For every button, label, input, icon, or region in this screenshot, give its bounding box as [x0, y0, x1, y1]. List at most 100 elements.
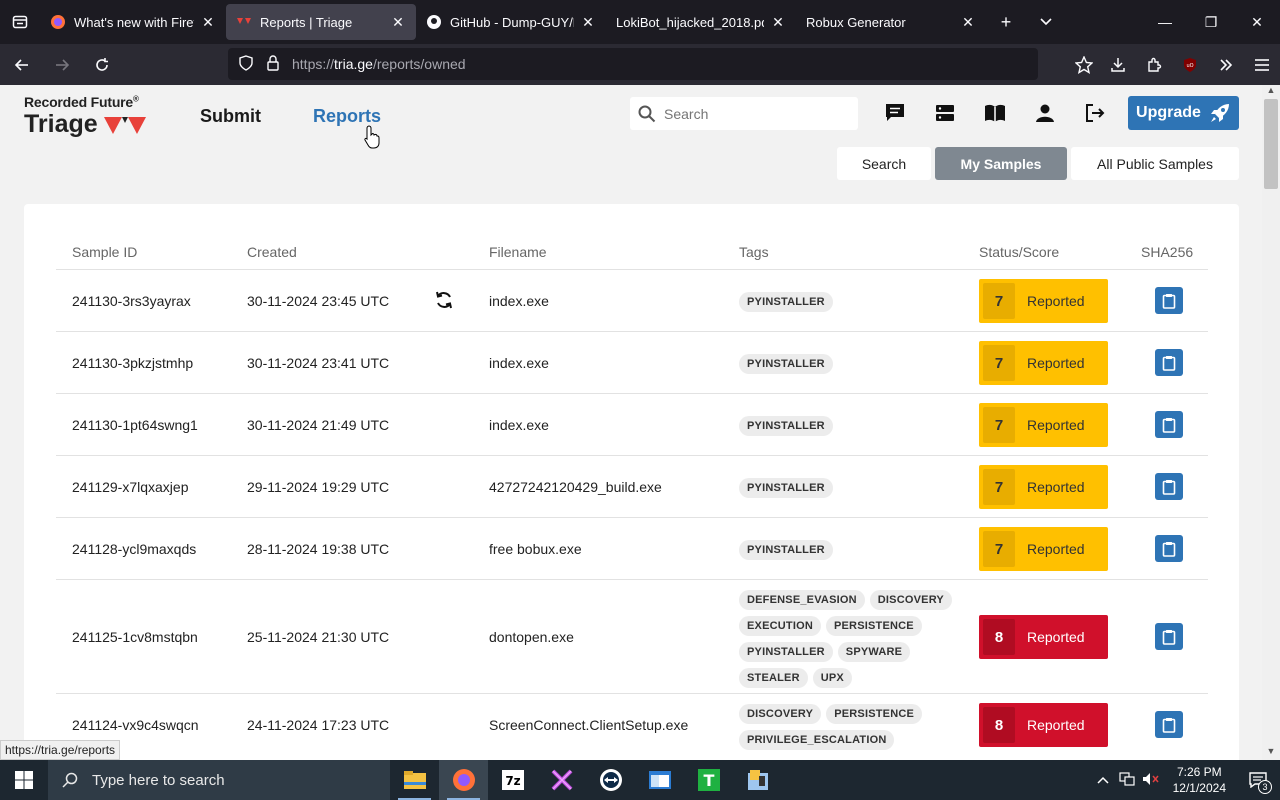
back-icon[interactable]	[4, 47, 40, 83]
hamburger-menu-icon[interactable]	[1244, 47, 1280, 83]
tag[interactable]: PYINSTALLER	[739, 478, 833, 498]
filename[interactable]: free bobux.exe	[489, 541, 582, 557]
green-t-app-icon[interactable]: T	[684, 760, 733, 800]
tag[interactable]: PYINSTALLER	[739, 354, 833, 374]
sample-id[interactable]: 241128-ycl9maxqds	[72, 541, 196, 557]
close-tab-icon[interactable]: ✕	[770, 14, 786, 31]
page-scrollbar[interactable]: ▲ ▼	[1262, 85, 1280, 760]
status-score-badge[interactable]: 7 Reported	[979, 341, 1108, 385]
reload-icon[interactable]	[84, 47, 120, 83]
sample-id[interactable]: 241129-x7lqxaxjep	[72, 479, 189, 495]
filename[interactable]: dontopen.exe	[489, 629, 574, 645]
notes-app-icon[interactable]	[733, 760, 782, 800]
tab-robux-generator[interactable]: Robux Generator ✕	[796, 4, 986, 40]
scroll-down-icon[interactable]: ▼	[1262, 746, 1280, 760]
copy-sha256-button[interactable]	[1155, 473, 1183, 500]
more-tools-icon[interactable]	[1208, 47, 1244, 83]
table-row[interactable]: 241128-ycl9maxqds 28-11-2024 19:38 UTC f…	[56, 517, 1208, 579]
triage-logo[interactable]: Recorded Future® Triage	[24, 94, 148, 139]
tag[interactable]: SPYWARE	[837, 642, 911, 662]
sample-id[interactable]: 241130-3rs3yayrax	[72, 293, 191, 309]
minimize-icon[interactable]: —	[1142, 0, 1188, 44]
tab-whats-new[interactable]: What's new with Firefox ✕	[40, 4, 226, 40]
search-box[interactable]	[630, 97, 858, 130]
copy-sha256-button[interactable]	[1155, 623, 1183, 650]
firefox-view-icon[interactable]	[0, 0, 40, 44]
sample-id[interactable]: 241130-1pt64swng1	[72, 417, 198, 433]
subtab-all-public-samples[interactable]: All Public Samples	[1071, 147, 1239, 180]
user-profile-icon[interactable]	[1031, 99, 1059, 127]
table-row[interactable]: 241129-x7lqxaxjep 29-11-2024 19:29 UTC 4…	[56, 455, 1208, 517]
logout-icon[interactable]	[1081, 99, 1109, 127]
notification-center-icon[interactable]: 3	[1236, 760, 1280, 800]
docs-book-icon[interactable]	[981, 99, 1009, 127]
nav-reports[interactable]: Reports	[313, 106, 381, 127]
subtab-my-samples[interactable]: My Samples	[935, 147, 1067, 180]
restore-icon[interactable]: ❐	[1188, 0, 1234, 44]
tag[interactable]: PYINSTALLER	[739, 642, 833, 662]
messages-icon[interactable]	[881, 99, 909, 127]
filename[interactable]: ScreenConnect.ClientSetup.exe	[489, 717, 688, 733]
server-icon[interactable]	[931, 99, 959, 127]
tracking-protection-icon[interactable]	[238, 54, 254, 74]
sample-id[interactable]: 241125-1cv8mstqbn	[72, 629, 198, 645]
extensions-icon[interactable]	[1136, 47, 1172, 83]
address-bar[interactable]: https://tria.ge/reports/owned	[228, 48, 1038, 80]
col-filename[interactable]: Filename	[489, 244, 547, 260]
network-icon[interactable]	[1115, 771, 1139, 789]
status-score-badge[interactable]: 8 Reported	[979, 615, 1108, 659]
list-all-tabs-icon[interactable]	[1026, 4, 1066, 40]
nav-submit[interactable]: Submit	[200, 106, 261, 127]
col-status-score[interactable]: Status/Score	[979, 244, 1059, 260]
teamviewer-icon[interactable]	[586, 760, 635, 800]
tab-reports-triage[interactable]: Reports | Triage ✕	[226, 4, 416, 40]
copy-sha256-button[interactable]	[1155, 711, 1183, 738]
filename[interactable]: index.exe	[489, 355, 549, 371]
taskbar-clock[interactable]: 7:26 PM 12/1/2024	[1173, 764, 1226, 796]
col-created[interactable]: Created	[247, 244, 297, 260]
close-tab-icon[interactable]: ✕	[960, 14, 976, 31]
tag[interactable]: UPX	[812, 668, 852, 688]
bookmark-star-icon[interactable]	[1066, 47, 1102, 83]
x64dbg-icon[interactable]	[537, 760, 586, 800]
tag[interactable]: PERSISTENCE	[826, 704, 923, 724]
tag[interactable]: PERSISTENCE	[825, 616, 922, 636]
tag[interactable]: PRIVILEGE_ESCALATION	[739, 730, 895, 750]
tag[interactable]: DISCOVERY	[869, 590, 952, 610]
sample-id[interactable]: 241130-3pkzjstmhp	[72, 355, 193, 371]
filename[interactable]: 42727242120429_build.exe	[489, 479, 662, 495]
lock-icon[interactable]	[266, 54, 280, 74]
close-tab-icon[interactable]: ✕	[390, 14, 406, 31]
refresh-icon[interactable]	[434, 290, 454, 313]
file-explorer-icon[interactable]	[390, 760, 439, 800]
tag[interactable]: DISCOVERY	[739, 704, 822, 724]
status-score-badge[interactable]: 8 Reported	[979, 703, 1108, 747]
7zip-icon[interactable]: 7z	[488, 760, 537, 800]
table-row[interactable]: 241130-1pt64swng1 30-11-2024 21:49 UTC i…	[56, 393, 1208, 455]
search-input[interactable]	[664, 105, 844, 122]
table-row[interactable]: 241130-3rs3yayrax 30-11-2024 23:45 UTC i…	[56, 269, 1208, 331]
filename[interactable]: index.exe	[489, 293, 549, 309]
copy-sha256-button[interactable]	[1155, 287, 1183, 314]
tag[interactable]: PYINSTALLER	[739, 540, 833, 560]
downloads-icon[interactable]	[1100, 47, 1136, 83]
table-row[interactable]: 241130-3pkzjstmhp 30-11-2024 23:41 UTC i…	[56, 331, 1208, 393]
status-score-badge[interactable]: 7 Reported	[979, 403, 1108, 447]
filename[interactable]: index.exe	[489, 417, 549, 433]
window-app-icon[interactable]	[635, 760, 684, 800]
firefox-taskbar-icon[interactable]	[439, 760, 488, 800]
close-tab-icon[interactable]: ✕	[200, 14, 216, 31]
upgrade-button[interactable]: Upgrade	[1128, 96, 1239, 130]
status-score-badge[interactable]: 7 Reported	[979, 465, 1108, 509]
subtab-search[interactable]: Search	[837, 147, 931, 180]
windows-start-icon[interactable]	[0, 760, 48, 800]
sample-id[interactable]: 241124-vx9c4swqcn	[72, 717, 199, 733]
copy-sha256-button[interactable]	[1155, 411, 1183, 438]
status-score-badge[interactable]: 7 Reported	[979, 527, 1108, 571]
tag[interactable]: STEALER	[739, 668, 808, 688]
scroll-up-icon[interactable]: ▲	[1262, 85, 1280, 99]
ublock-origin-icon[interactable]: uO	[1172, 47, 1208, 83]
table-row[interactable]: 241125-1cv8mstqbn 25-11-2024 21:30 UTC d…	[56, 579, 1208, 693]
copy-sha256-button[interactable]	[1155, 535, 1183, 562]
tab-lokibot-pdf[interactable]: LokiBot_hijacked_2018.pdf ✕	[606, 4, 796, 40]
